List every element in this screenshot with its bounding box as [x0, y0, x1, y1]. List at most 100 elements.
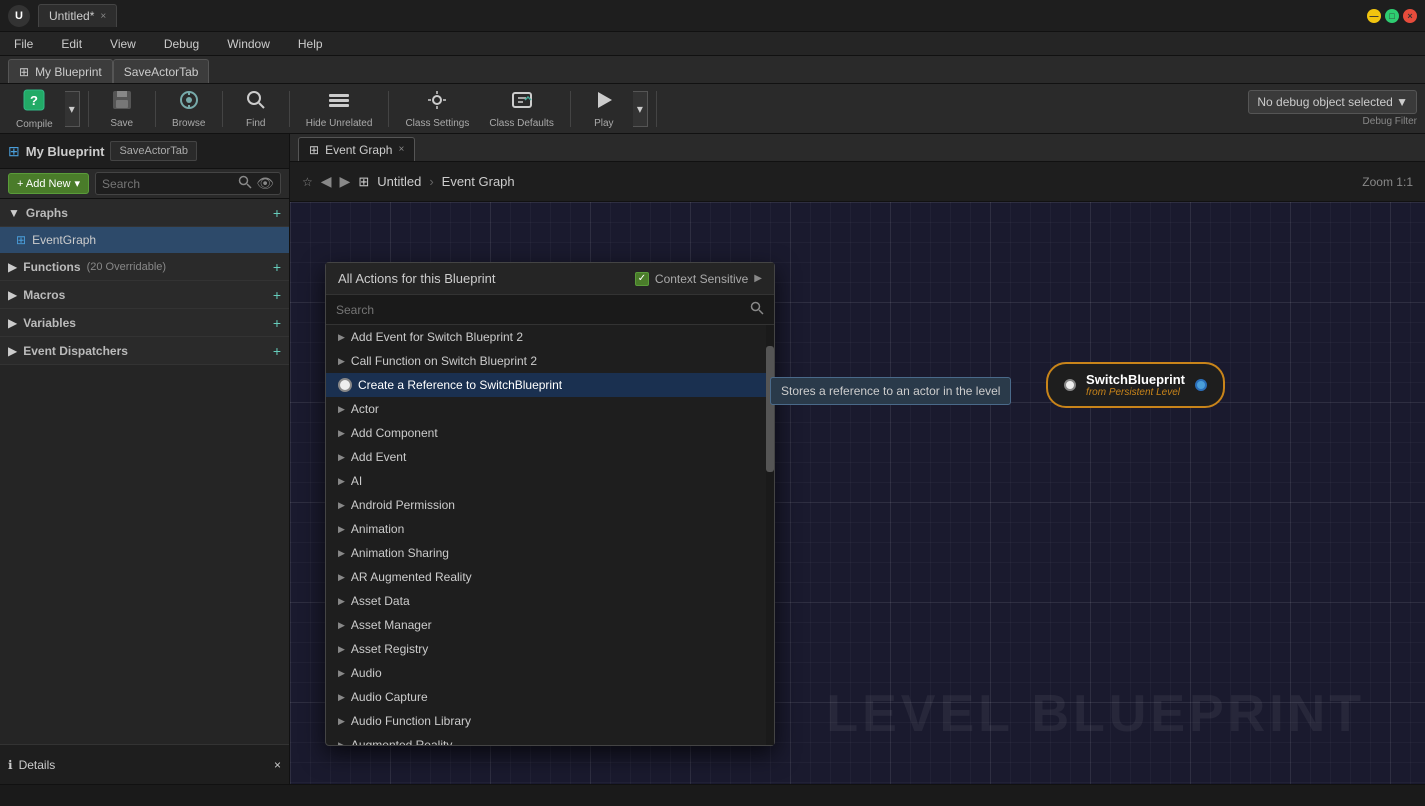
graph-tab-close-icon[interactable]: ×	[398, 144, 404, 155]
context-item-7[interactable]: ▶ Android Permission	[326, 493, 774, 517]
doc-tab-saveactor[interactable]: SaveActorTab	[113, 59, 210, 83]
event-graph-tab[interactable]: ⊞ Event Graph ×	[298, 137, 415, 161]
expand-icon-17: ▶	[338, 740, 345, 746]
context-item-0[interactable]: ▶ Add Event for Switch Blueprint 2	[326, 325, 774, 349]
expand-icon-6: ▶	[338, 476, 345, 487]
context-item-9[interactable]: ▶ Animation Sharing	[326, 541, 774, 565]
event-graph-item[interactable]: ⊞ EventGraph	[0, 227, 289, 253]
menu-edit[interactable]: Edit	[55, 35, 88, 53]
context-item-label-16: Audio Function Library	[351, 714, 471, 728]
macros-section-header[interactable]: ▶ Macros +	[0, 281, 289, 309]
context-sensitive-checkbox[interactable]: ✓	[635, 272, 649, 286]
context-item-17[interactable]: ▶ Augmented Reality	[326, 733, 774, 745]
context-menu-list: ▶ Add Event for Switch Blueprint 2 ▶ Cal…	[326, 325, 774, 745]
context-item-11[interactable]: ▶ Asset Data	[326, 589, 774, 613]
tooltip: Stores a reference to an actor in the le…	[770, 377, 1011, 405]
play-arrow-button[interactable]: ▾	[633, 91, 648, 127]
context-item-12[interactable]: ▶ Asset Manager	[326, 613, 774, 637]
context-scrollbar[interactable]	[766, 325, 774, 745]
add-function-button[interactable]: +	[273, 259, 281, 275]
context-item-13[interactable]: ▶ Asset Registry	[326, 637, 774, 661]
toolbar-separator-1	[88, 91, 89, 127]
context-search-input[interactable]	[336, 303, 744, 317]
context-item-6[interactable]: ▶ AI	[326, 469, 774, 493]
event-graph-icon: ⊞	[16, 233, 26, 247]
details-icon: ℹ	[8, 758, 13, 772]
sidebar-toolbar: + Add New ▾ 👁	[0, 169, 289, 199]
add-new-button[interactable]: + Add New ▾	[8, 173, 89, 194]
ref-pin-icon	[338, 378, 352, 392]
main-tab[interactable]: Untitled* ×	[38, 4, 117, 27]
find-label: Find	[246, 118, 265, 129]
menu-help[interactable]: Help	[292, 35, 329, 53]
context-item-5[interactable]: ▶ Add Event	[326, 445, 774, 469]
context-item-1[interactable]: ▶ Call Function on Switch Blueprint 2	[326, 349, 774, 373]
expand-icon-4: ▶	[338, 428, 345, 439]
context-item-16[interactable]: ▶ Audio Function Library	[326, 709, 774, 733]
class-settings-button[interactable]: Class Settings	[397, 85, 477, 133]
browse-icon	[178, 89, 200, 116]
compile-button[interactable]: ? Compile	[8, 84, 61, 134]
tab-close-button[interactable]: ×	[100, 11, 106, 22]
context-sensitive-label: Context Sensitive	[655, 272, 748, 286]
search-input[interactable]	[102, 177, 234, 191]
save-actor-tab-button[interactable]: SaveActorTab	[110, 141, 196, 161]
minimize-button[interactable]: —	[1367, 9, 1381, 23]
nav-back-button[interactable]: ◀	[321, 173, 332, 190]
compile-arrow-button[interactable]: ▾	[65, 91, 80, 127]
hide-unrelated-button[interactable]: Hide Unrelated	[298, 85, 381, 133]
graphs-collapse-icon: ▼	[8, 206, 20, 220]
nav-forward-button[interactable]: ▶	[340, 173, 351, 190]
variables-section-header[interactable]: ▶ Variables +	[0, 309, 289, 337]
context-item-15[interactable]: ▶ Audio Capture	[326, 685, 774, 709]
context-scrollbar-thumb[interactable]	[766, 346, 774, 472]
search-bar: 👁	[95, 172, 281, 195]
context-item-8[interactable]: ▶ Animation	[326, 517, 774, 541]
bookmark-icon[interactable]: ☆	[302, 175, 313, 189]
close-button[interactable]: ×	[1403, 9, 1417, 23]
graphs-section-header[interactable]: ▼ Graphs +	[0, 199, 289, 227]
eye-icon[interactable]: 👁	[256, 175, 274, 192]
menu-file[interactable]: File	[8, 35, 39, 53]
context-item-10[interactable]: ▶ AR Augmented Reality	[326, 565, 774, 589]
play-button[interactable]: Play	[579, 85, 629, 133]
menu-window[interactable]: Window	[221, 35, 276, 53]
functions-section-header[interactable]: ▶ Functions (20 Overridable) +	[0, 253, 289, 281]
browse-button[interactable]: Browse	[164, 85, 214, 133]
expand-icon-3: ▶	[338, 404, 345, 415]
my-blueprint-label: My Blueprint	[26, 144, 105, 159]
canvas-nav: ☆ ◀ ▶ ⊞ Untitled › Event Graph Zoom 1:1	[290, 162, 1425, 202]
bp-node-switchblueprint[interactable]: SwitchBlueprint from Persistent Level	[1046, 362, 1225, 408]
add-graph-button[interactable]: +	[273, 205, 281, 221]
maximize-button[interactable]: □	[1385, 9, 1399, 23]
add-new-arrow-icon: ▾	[75, 177, 81, 190]
toolbar-separator-3	[222, 91, 223, 127]
find-button[interactable]: Find	[231, 85, 281, 133]
debug-selector[interactable]: No debug object selected ▼	[1248, 90, 1417, 114]
menu-view[interactable]: View	[104, 35, 142, 53]
sidebar-spacer	[0, 365, 289, 744]
sidebar: ⊞ My Blueprint SaveActorTab + Add New ▾ …	[0, 134, 290, 784]
breadcrumb-graph[interactable]: Event Graph	[442, 174, 515, 189]
context-item-label-11: Asset Data	[351, 594, 410, 608]
class-defaults-button[interactable]: Class Defaults	[481, 85, 561, 133]
context-item-3[interactable]: ▶ Actor	[326, 397, 774, 421]
canvas-grid[interactable]: LEVEL BLUEPRINT SwitchBlueprint from Per…	[290, 202, 1425, 784]
context-item-14[interactable]: ▶ Audio	[326, 661, 774, 685]
class-settings-icon	[426, 89, 448, 116]
context-item-4[interactable]: ▶ Add Component	[326, 421, 774, 445]
add-macro-button[interactable]: +	[273, 287, 281, 303]
details-close-icon[interactable]: ×	[274, 758, 281, 772]
context-item-2[interactable]: Create a Reference to SwitchBlueprint	[326, 373, 774, 397]
event-dispatchers-section-header[interactable]: ▶ Event Dispatchers +	[0, 337, 289, 365]
breadcrumb-project[interactable]: Untitled	[377, 174, 421, 189]
context-sensitive-row[interactable]: ✓ Context Sensitive ▶	[635, 272, 762, 286]
event-dispatchers-label: Event Dispatchers	[23, 344, 128, 358]
add-variable-button[interactable]: +	[273, 315, 281, 331]
menu-debug[interactable]: Debug	[158, 35, 205, 53]
add-dispatcher-button[interactable]: +	[273, 343, 281, 359]
doc-tab-myblueprint[interactable]: ⊞ My Blueprint	[8, 59, 113, 83]
graphs-label: Graphs	[26, 206, 68, 220]
blueprint-icon: ⊞	[8, 143, 20, 160]
save-button[interactable]: Save	[97, 85, 147, 133]
